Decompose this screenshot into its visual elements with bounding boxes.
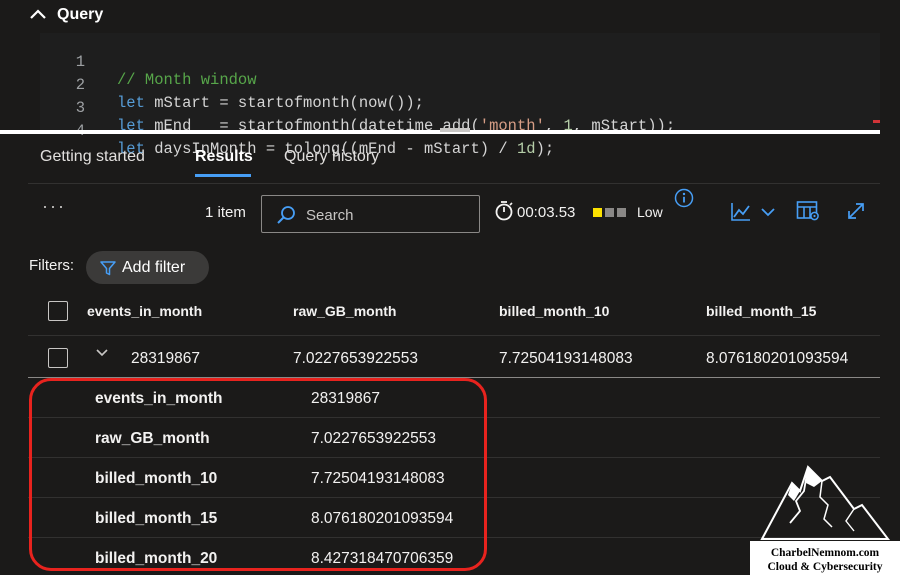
table-cell: 7.0227653922553 [293,350,418,367]
results-tabs: Getting started Results Query history [28,138,880,184]
mountain-logo-icon [760,465,891,540]
detail-value: 7.0227653922553 [311,430,436,447]
detail-value: 8.427318470706359 [311,550,454,567]
detail-key: events_in_month [95,390,223,407]
detail-value: 28319867 [311,390,380,407]
chart-icon[interactable] [730,202,752,222]
detail-value: 8.076180201093594 [311,510,454,527]
detail-key: billed_month_20 [95,550,218,567]
detail-key: billed_month_10 [95,470,218,487]
grid-header: events_in_month raw_GB_month billed_mont… [28,288,880,336]
item-count: 1 item [205,204,246,221]
resource-level-label: Low [637,204,663,220]
detail-row: raw_GB_month 7.0227653922553 [28,418,880,458]
column-header[interactable]: billed_month_10 [499,303,609,319]
table-cell: 8.076180201093594 [706,350,849,367]
column-header[interactable]: billed_month_15 [706,303,816,319]
add-filter-label: Add filter [122,259,186,276]
filters-label: Filters: [29,257,74,274]
active-tab-indicator [195,174,251,177]
search-input[interactable] [306,204,466,226]
splitter-handle[interactable] [440,128,470,132]
editor-line: 3 let mEnd = startofmonth(datetime_add('… [40,81,880,135]
query-panel-header[interactable]: Query [0,0,900,32]
column-header[interactable]: events_in_month [87,303,202,319]
level-indicator-2 [605,208,614,217]
expand-icon[interactable] [846,201,866,221]
search-box[interactable] [261,195,480,233]
filter-icon [100,261,116,276]
detail-value: 7.72504193148083 [311,470,445,487]
more-options-button[interactable]: ··· [42,196,66,217]
row-checkbox[interactable] [48,348,68,368]
results-toolbar: ··· 1 item 00:03.53 Low [28,188,880,240]
elapsed-time: 00:03.53 [517,204,576,221]
chevron-up-icon[interactable] [30,8,46,20]
tab-results[interactable]: Results [195,148,253,166]
watermark-tagline: Cloud & Cybersecurity [767,561,883,573]
table-row[interactable]: 28319867 7.0227653922553 7.7250419314808… [28,338,880,378]
editor-splitter[interactable] [0,128,880,134]
chevron-down-icon[interactable] [95,346,109,360]
watermark-logo: CharbelNemnom.com Cloud & Cybersecurity [750,461,900,575]
query-editor[interactable]: 1 // Month window 2 let mStart = startof… [40,33,880,158]
editor-line: 4 let daysInMonth = tolong((mEnd - mStar… [40,104,880,158]
tab-query-history[interactable]: Query history [284,148,379,166]
table-cell: 28319867 [131,350,200,367]
column-settings-icon[interactable] [796,200,820,222]
chevron-down-icon[interactable] [760,206,776,218]
table-cell: 7.72504193148083 [499,350,633,367]
search-icon [277,206,295,224]
editor-line: 2 let mStart = startofmonth(now()); [40,58,880,112]
query-panel-title: Query [57,6,104,23]
add-filter-button[interactable]: Add filter [86,251,209,284]
detail-row: events_in_month 28319867 [28,378,880,418]
editor-error-marker [873,120,880,123]
tab-getting-started[interactable]: Getting started [40,148,145,166]
column-header[interactable]: raw_GB_month [293,303,396,319]
level-indicator-1 [593,208,602,217]
info-icon[interactable] [674,188,694,208]
editor-line: 1 // Month window [40,35,880,89]
stopwatch-icon [495,201,513,221]
watermark-site: CharbelNemnom.com [770,547,880,559]
select-all-checkbox[interactable] [48,301,68,321]
detail-key: billed_month_15 [95,510,218,527]
detail-key: raw_GB_month [95,430,210,447]
level-indicator-3 [617,208,626,217]
